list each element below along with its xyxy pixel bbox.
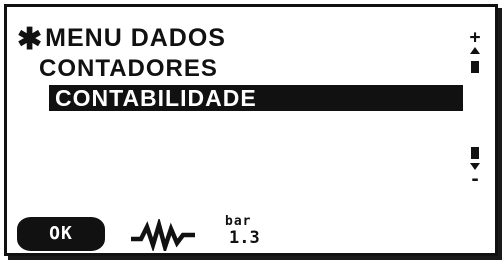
menu-title-text: MENU DADOS: [45, 24, 226, 52]
waveform-icon: [131, 219, 195, 251]
scroll-thumb-bottom[interactable]: [471, 147, 479, 159]
submenu-contadores[interactable]: CONTADORES: [39, 55, 218, 83]
menu-star-icon: ✱: [17, 23, 44, 56]
scroll-thumb-top[interactable]: [471, 61, 479, 73]
menu-title: ✱MENU DADOS: [17, 23, 226, 55]
scroll-up-plus-icon[interactable]: +: [465, 29, 485, 47]
menu-item-contabilidade-selected[interactable]: CONTABILIDADE: [49, 85, 463, 111]
pressure-unit: bar: [225, 214, 252, 229]
pressure-value: 1.3: [229, 228, 260, 248]
lcd-screen: ✱MENU DADOS CONTADORES CONTABILIDADE + -…: [4, 4, 498, 256]
pressure-readout: bar 1.3: [225, 214, 265, 248]
scrollbar[interactable]: + -: [465, 29, 485, 191]
scroll-up-arrow-icon[interactable]: [470, 47, 480, 54]
scroll-down-minus-icon[interactable]: -: [465, 171, 485, 189]
ok-button[interactable]: OK: [17, 217, 105, 251]
